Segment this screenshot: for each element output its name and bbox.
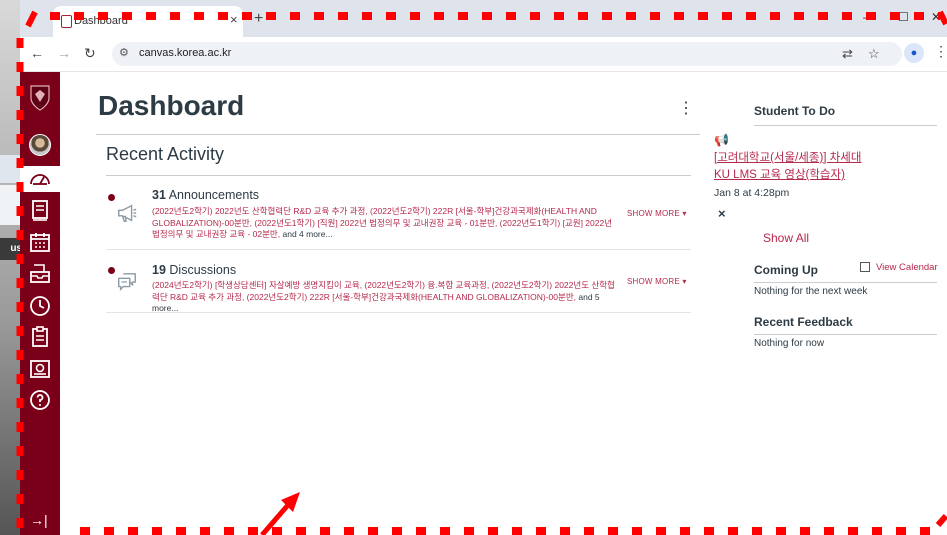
inbox-icon[interactable] <box>28 262 52 286</box>
desktop-window-fragment <box>0 155 20 183</box>
browser-menu-icon[interactable]: ⋮ <box>934 43 947 60</box>
korea-university-logo[interactable] <box>29 84 51 112</box>
view-calendar-link[interactable]: View Calendar <box>876 262 938 273</box>
recent-feedback-heading: Recent Feedback <box>754 315 853 329</box>
minimize-icon[interactable]: — <box>863 10 875 24</box>
show-more-button[interactable]: SHOW MORE ▾ <box>627 209 687 218</box>
browser-tab[interactable]: Dashboard × <box>53 6 243 37</box>
canvas-favicon-icon <box>61 15 72 28</box>
unread-indicator <box>108 267 115 274</box>
page-title: Dashboard <box>98 90 245 121</box>
activity-courses[interactable]: (2024년도2학기) [학생상담센터] 자살예방 생명지킴이 교육, (202… <box>152 280 615 302</box>
activity-type: Announcements <box>168 188 260 202</box>
tab-title: Dashboard <box>74 15 128 27</box>
todo-announcement-icon: 📢 <box>714 133 729 147</box>
bookmark-star-icon[interactable]: ☆ <box>868 46 880 62</box>
activity-count: 19 <box>152 263 166 277</box>
courses-icon[interactable] <box>28 198 52 222</box>
dashboard-icon[interactable] <box>28 167 52 191</box>
maximize-icon[interactable]: ☐ <box>898 10 909 24</box>
unread-indicator <box>108 194 115 201</box>
coming-up-empty-text: Nothing for the next week <box>754 286 868 297</box>
browser-toolbar: ← → ↻ ⚙ canvas.korea.ac.kr ⇄ ☆ ● ⋮ <box>20 37 947 72</box>
divider <box>754 282 937 283</box>
account-avatar[interactable] <box>29 134 51 156</box>
main-content: Dashboard ⋮ Recent Activity 31 Announcem… <box>60 72 947 535</box>
activity-course-list: (2024년도2학기) [학생상담센터] 자살예방 생명지킴이 교육, (202… <box>152 280 622 315</box>
global-navigation: →| <box>20 72 60 535</box>
divider <box>106 249 691 250</box>
coming-up-heading: Coming Up <box>754 263 818 277</box>
announcement-megaphone-icon <box>118 204 137 222</box>
clipboard-icon[interactable] <box>28 325 52 349</box>
calendar-icon[interactable] <box>28 230 52 254</box>
divider <box>754 125 937 126</box>
todo-item-link[interactable]: [고려대학교(서울/세종)] 차세대 KU LMS 교육 영상(학습자) <box>714 150 874 184</box>
activity-type: Discussions <box>169 263 237 277</box>
divider <box>96 134 700 135</box>
help-icon[interactable] <box>28 388 52 412</box>
translate-icon[interactable]: ⇄ <box>842 46 853 62</box>
window-close-icon[interactable]: ✕ <box>931 10 941 24</box>
address-bar[interactable]: ⚙ canvas.korea.ac.kr ⇄ ☆ <box>112 42 902 66</box>
divider <box>754 334 937 335</box>
activity-course-list: (2022년도2학기) 2022년도 산학협력단 R&D 교육 추가 과정, (… <box>152 206 622 241</box>
profile-avatar-icon[interactable]: ● <box>904 43 924 63</box>
history-clock-icon[interactable] <box>28 294 52 318</box>
show-all-link[interactable]: Show All <box>763 231 809 245</box>
discussion-bubbles-icon <box>118 273 136 291</box>
calendar-small-icon <box>860 262 870 272</box>
site-info-icon[interactable]: ⚙ <box>119 46 129 59</box>
collapse-nav-icon[interactable]: →| <box>30 512 48 528</box>
divider <box>106 175 691 176</box>
show-more-button[interactable]: SHOW MORE ▾ <box>627 277 687 286</box>
activity-courses[interactable]: (2022년도2학기) 2022년도 산학협력단 R&D 교육 추가 과정, (… <box>152 206 612 239</box>
forward-icon[interactable]: → <box>57 45 71 61</box>
new-tab-button[interactable]: + <box>254 10 263 28</box>
url-text: canvas.korea.ac.kr <box>139 47 232 59</box>
divider <box>106 312 691 313</box>
feedback-empty-text: Nothing for now <box>754 338 825 349</box>
browser-tab-bar: Dashboard × + — ☐ ✕ <box>20 0 947 37</box>
todo-item-date: Jan 8 at 4:28pm <box>714 187 790 199</box>
activity-count: 31 <box>152 188 166 202</box>
studio-icon[interactable] <box>28 357 52 381</box>
activity-title[interactable]: 31 Announcements <box>152 188 259 202</box>
activity-more-count: and 4 more... <box>280 229 333 239</box>
back-icon[interactable]: ← <box>30 45 44 61</box>
dashboard-options-icon[interactable]: ⋮ <box>678 98 694 118</box>
todo-heading: Student To Do <box>754 104 836 118</box>
activity-title[interactable]: 19 Discussions <box>152 263 236 277</box>
tab-close-button[interactable]: × <box>230 12 238 27</box>
desktop-window-fragment <box>0 185 20 225</box>
dismiss-todo-button[interactable]: × <box>718 206 726 221</box>
desktop-background <box>0 0 20 535</box>
reload-icon[interactable]: ↻ <box>84 45 96 62</box>
recent-activity-heading: Recent Activity <box>106 144 225 164</box>
